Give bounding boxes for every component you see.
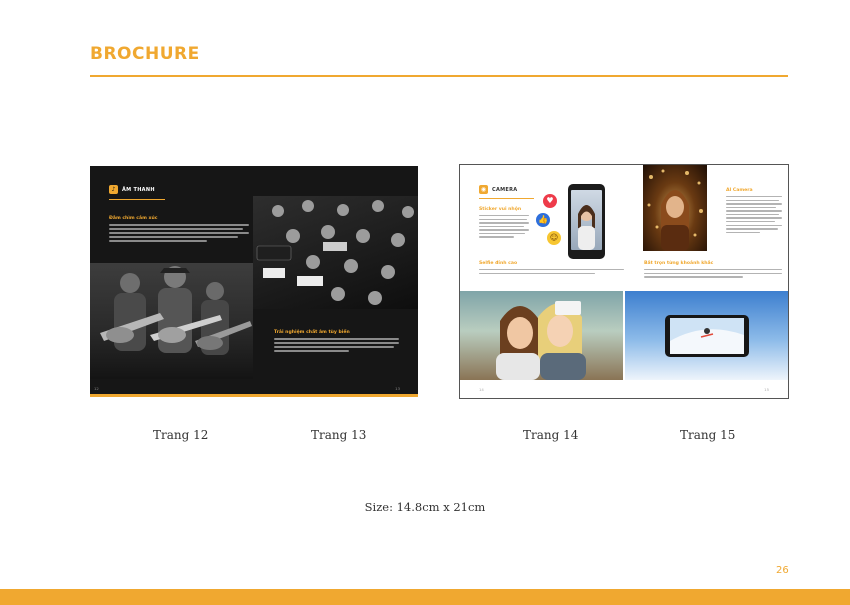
speaker-icon: ♪	[109, 185, 118, 194]
caption-page-14: Trang 14	[523, 428, 579, 442]
body-text-block	[644, 269, 782, 280]
page-number: 26	[776, 565, 789, 576]
mixer-photo	[253, 196, 418, 309]
body-text-block	[726, 196, 782, 235]
caption-page-15: Trang 15	[680, 428, 736, 442]
spread-accent-bar	[90, 394, 418, 397]
body-text-block	[479, 269, 624, 276]
brochure-spread-12-13: ♪ ÂM THANH Đắm chìm cảm xúc Trải nghiệm …	[90, 166, 418, 397]
size-label: Size: 14.8cm x 21cm	[364, 500, 486, 514]
girl-with-lights-illustration	[647, 169, 703, 251]
caption-page-13: Trang 13	[311, 428, 367, 442]
laugh-reaction-icon: ☺	[547, 231, 561, 245]
section-header-camera: ◉ CAMERA	[479, 185, 517, 194]
thumbs-up-reaction-icon: 👍	[536, 213, 550, 227]
heart-reaction-icon: ♥	[543, 194, 557, 208]
heading-immersive: Đắm chìm cảm xúc	[109, 216, 158, 221]
band-photo	[90, 263, 253, 379]
section-divider	[109, 199, 165, 200]
brochure-spread-14-15: ◉ CAMERA Sticker vui nhộn ♥ 👍 ☺ AI Camer…	[459, 164, 789, 399]
friends-selfie-photo	[460, 291, 623, 380]
camera-icon: ◉	[479, 185, 488, 194]
spread-page-number: 14	[479, 387, 484, 392]
body-text-block	[109, 224, 249, 244]
page-title: BROCHURE	[90, 44, 200, 64]
section-header-audio: ♪ ÂM THANH	[109, 185, 155, 194]
spread-page-number: 15	[764, 387, 769, 392]
phone-snow-photo	[625, 291, 788, 380]
phone-snowboard-illustration	[665, 315, 749, 357]
footer-accent-bar	[0, 589, 850, 605]
section-divider	[479, 198, 534, 199]
body-text-block-2	[274, 338, 399, 354]
caption-page-12: Trang 12	[153, 428, 209, 442]
guitarists-illustration	[100, 266, 252, 355]
spread-page-number: 13	[395, 386, 400, 391]
section-label: CAMERA	[492, 186, 518, 193]
heading-custom-sound: Trải nghiệm chất âm tùy biến	[274, 330, 350, 335]
header-divider	[90, 75, 788, 77]
spread-page-number: 12	[94, 386, 99, 391]
heading-sticker: Sticker vui nhộn	[479, 207, 522, 212]
heading-capture: Bắt trọn từng khoảnh khắc	[644, 261, 714, 266]
heading-ai-camera: AI Camera	[726, 188, 753, 193]
selfie-portrait	[578, 205, 595, 250]
body-text-block	[479, 215, 529, 240]
phone-selfie-image	[568, 184, 605, 259]
heading-selfie: Selfie đỉnh cao	[479, 261, 518, 266]
section-label: ÂM THANH	[122, 186, 155, 193]
mixer-knobs-illustration	[256, 200, 414, 305]
ai-camera-photo	[643, 165, 707, 251]
two-girls-selfie-illustration	[496, 301, 586, 380]
